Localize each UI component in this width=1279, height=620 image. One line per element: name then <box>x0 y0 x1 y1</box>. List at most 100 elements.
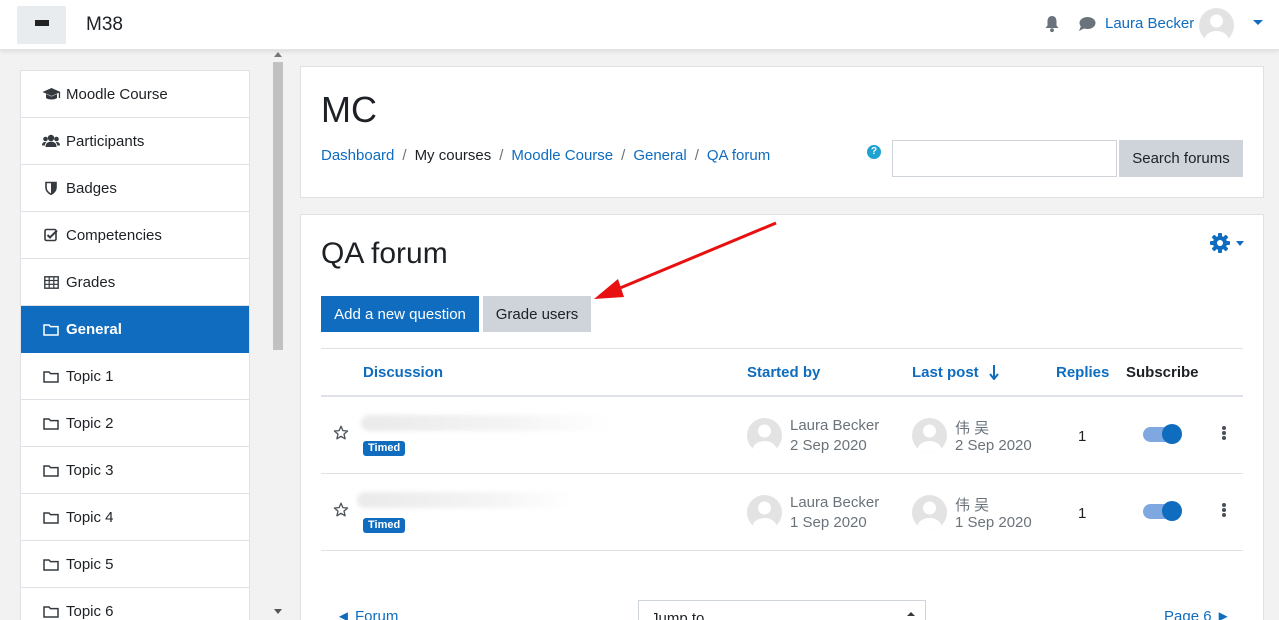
breadcrumb-my-courses: My courses <box>414 147 492 164</box>
sidebar-item-label: General <box>66 320 122 338</box>
breadcrumb-separator: / <box>621 147 626 164</box>
sidebar-item-topic-4[interactable]: Topic 4 <box>21 494 249 541</box>
page-title: MC <box>321 89 377 130</box>
column-header-replies[interactable]: Replies <box>1056 364 1109 381</box>
sidebar-item-label: Badges <box>66 179 117 197</box>
user-avatar[interactable] <box>1199 8 1234 43</box>
last-post-name[interactable]: 伟 吴 <box>955 494 989 515</box>
folder-icon <box>41 556 61 572</box>
kebab-menu-icon[interactable] <box>1222 503 1226 517</box>
replies-count[interactable]: 1 <box>1078 428 1086 445</box>
last-post-date[interactable]: 1 Sep 2020 <box>955 514 1032 531</box>
scroll-down-arrow-icon[interactable] <box>274 609 282 614</box>
breadcrumb-separator: / <box>499 147 504 164</box>
sidebar-item-label: Grades <box>66 273 116 291</box>
page-header: MC Dashboard / My courses / Moodle Cours… <box>300 66 1264 198</box>
caret-down-icon <box>1236 240 1244 246</box>
breadcrumb-moodle-course[interactable]: Moodle Course <box>511 147 613 164</box>
breadcrumb-dashboard[interactable]: Dashboard <box>321 147 394 164</box>
last-post-date[interactable]: 2 Sep 2020 <box>955 437 1032 454</box>
user-menu-name[interactable]: Laura Becker <box>1105 15 1194 32</box>
column-header-started-by[interactable]: Started by <box>747 364 820 381</box>
forum-actions-menu[interactable] <box>1209 232 1249 254</box>
jump-to-select[interactable]: Jump to... <box>638 600 926 620</box>
user-silhouette-icon <box>1204 14 1229 43</box>
avatar <box>912 495 947 530</box>
sidebar-item-label: Topic 4 <box>66 508 114 526</box>
replies-count[interactable]: 1 <box>1078 505 1086 522</box>
site-name[interactable]: M38 <box>86 14 123 36</box>
next-activity-link[interactable]: Page 6 ► <box>1164 608 1231 620</box>
sidebar-item-competencies[interactable]: Competencies <box>21 212 249 259</box>
started-by-date: 1 Sep 2020 <box>790 514 867 531</box>
user-silhouette-icon <box>917 424 942 453</box>
breadcrumb: Dashboard / My courses / Moodle Course /… <box>321 147 770 164</box>
sidebar-item-participants[interactable]: Participants <box>21 118 249 165</box>
subscribe-toggle[interactable] <box>1143 424 1183 444</box>
jump-to-selected-value: Jump to... <box>651 610 717 620</box>
table-row[interactable]: Timed Laura Becker 2 Sep 2020 伟 吴 2 Sep … <box>321 397 1243 474</box>
avatar <box>912 418 947 453</box>
sidebar-item-topic-5[interactable]: Topic 5 <box>21 541 249 588</box>
discussion-title-redacted[interactable] <box>361 415 611 431</box>
sidebar-item-topic-2[interactable]: Topic 2 <box>21 400 249 447</box>
folder-icon <box>41 415 61 431</box>
folder-icon <box>41 509 61 525</box>
breadcrumb-general[interactable]: General <box>633 147 686 164</box>
star-icon[interactable] <box>333 502 349 518</box>
add-new-question-button[interactable]: Add a new question <box>321 296 479 332</box>
sidebar-item-badges[interactable]: Badges <box>21 165 249 212</box>
sidebar-item-moodle-course[interactable]: Moodle Course <box>21 71 249 118</box>
comment-icon[interactable] <box>1078 16 1096 32</box>
drawer-toggle-button[interactable] <box>17 6 66 44</box>
check-square-icon <box>41 227 61 243</box>
kebab-menu-icon[interactable] <box>1222 426 1226 440</box>
column-header-subscribe: Subscribe <box>1126 364 1199 381</box>
subscribe-toggle[interactable] <box>1143 501 1183 521</box>
discussion-title-redacted[interactable] <box>357 492 572 508</box>
drawer-scrollbar[interactable] <box>271 50 285 620</box>
sidebar-item-general[interactable]: General <box>21 306 249 353</box>
activity-navigation: ◄ Forum Jump to... Page 6 ► <box>321 600 1243 620</box>
user-silhouette-icon <box>917 501 942 530</box>
table-row[interactable]: Timed Laura Becker 1 Sep 2020 伟 吴 1 Sep … <box>321 474 1243 551</box>
sidebar-item-label: Topic 6 <box>66 602 114 620</box>
sort-down-arrow-icon <box>989 365 999 380</box>
avatar <box>747 418 782 453</box>
sidebar-item-label: Competencies <box>66 226 162 244</box>
help-icon[interactable]: ? <box>867 145 881 159</box>
last-post-name[interactable]: 伟 吴 <box>955 417 989 438</box>
folder-icon <box>41 603 61 619</box>
previous-activity-link[interactable]: ◄ Forum <box>336 608 398 620</box>
scroll-up-arrow-icon[interactable] <box>274 52 282 57</box>
sidebar-item-grades[interactable]: Grades <box>21 259 249 306</box>
shield-icon <box>41 180 61 196</box>
sidebar-item-topic-3[interactable]: Topic 3 <box>21 447 249 494</box>
gear-icon <box>1210 233 1230 253</box>
search-forums-input[interactable] <box>892 140 1117 177</box>
breadcrumb-separator: / <box>402 147 407 164</box>
started-by-name[interactable]: Laura Becker <box>790 417 879 434</box>
sidebar-item-label: Participants <box>66 132 145 150</box>
column-header-last-post[interactable]: Last post <box>912 364 999 381</box>
grade-users-button[interactable]: Grade users <box>483 296 591 332</box>
scrollbar-thumb[interactable] <box>273 62 283 350</box>
sidebar-item-topic-6[interactable]: Topic 6 <box>21 588 249 620</box>
caret-down-icon[interactable] <box>1253 20 1263 25</box>
sidebar-item-topic-1[interactable]: Topic 1 <box>21 353 249 400</box>
bars-icon <box>34 19 49 31</box>
breadcrumb-separator: / <box>694 147 699 164</box>
started-by-date: 2 Sep 2020 <box>790 437 867 454</box>
folder-icon <box>41 368 61 384</box>
column-header-discussion[interactable]: Discussion <box>363 364 443 381</box>
graduation-cap-icon <box>41 86 61 102</box>
avatar <box>747 495 782 530</box>
folder-icon <box>41 321 61 337</box>
started-by-name[interactable]: Laura Becker <box>790 494 879 511</box>
discussion-table: Discussion Started by Last post Replies … <box>321 348 1243 551</box>
breadcrumb-qa-forum[interactable]: QA forum <box>707 147 770 164</box>
search-forums-button[interactable]: Search forums <box>1119 140 1243 177</box>
star-icon[interactable] <box>333 425 349 441</box>
bell-icon[interactable] <box>1044 15 1060 33</box>
toggle-knob <box>1162 424 1182 444</box>
